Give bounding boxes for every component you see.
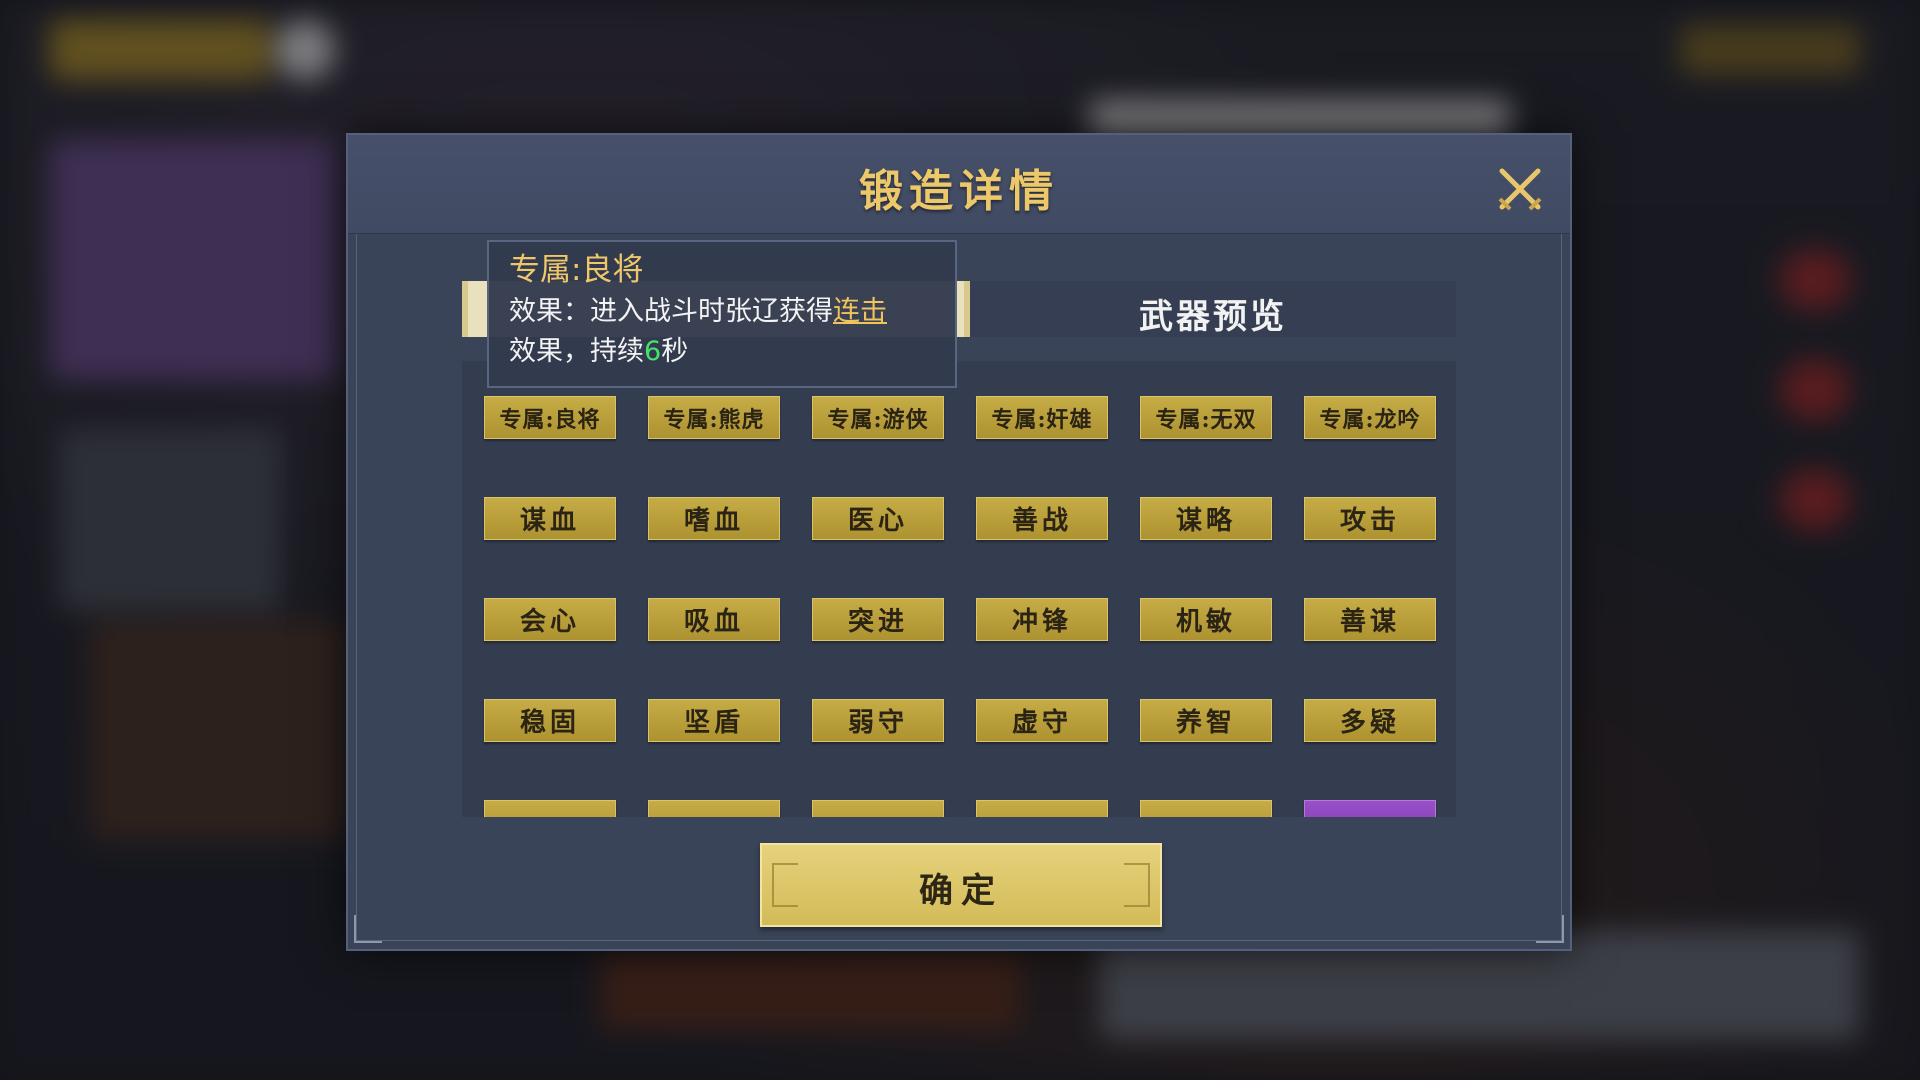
tooltip-keyword-link[interactable]: 连击	[833, 296, 887, 327]
trait-button[interactable]: 弱守	[812, 699, 944, 742]
trait-button[interactable]: 吸血	[648, 598, 780, 641]
dialog-title: 锻造详情	[859, 166, 1059, 217]
trait-button[interactable]: 攻击	[1304, 497, 1436, 540]
tooltip-title: 专属:良将	[509, 252, 644, 288]
trait-button[interactable]: 专属:良将	[484, 396, 616, 439]
crossed-swords-close-icon[interactable]	[1496, 165, 1544, 213]
trait-button-partial-purple[interactable]	[1304, 800, 1436, 817]
trait-button[interactable]: 专属:奸雄	[976, 396, 1108, 439]
tooltip-duration-prefix: 效果，持续	[509, 336, 644, 367]
trait-button[interactable]: 冲锋	[976, 598, 1108, 641]
trait-button-partial[interactable]	[976, 800, 1108, 817]
trait-button[interactable]: 医心	[812, 497, 944, 540]
trait-button[interactable]: 养智	[1140, 699, 1272, 742]
trait-button[interactable]: 稳固	[484, 699, 616, 742]
trait-button[interactable]: 专属:游侠	[812, 396, 944, 439]
tab-weapon-preview[interactable]: 武器预览	[970, 281, 1456, 337]
tooltip-duration-suffix: 秒	[661, 336, 689, 367]
trait-button-partial[interactable]	[1140, 800, 1272, 817]
tooltip-effect-line: 效果：进入战斗时张辽获得连击	[509, 292, 955, 332]
trait-button[interactable]: 专属:无双	[1140, 396, 1272, 439]
trait-button[interactable]: 善战	[976, 497, 1108, 540]
trait-button[interactable]: 专属:熊虎	[648, 396, 780, 439]
trait-button[interactable]: 多疑	[1304, 699, 1436, 742]
trait-button[interactable]: 会心	[484, 598, 616, 641]
trait-button[interactable]: 专属:龙吟	[1304, 396, 1436, 439]
trait-grid-panel[interactable]: 专属:良将 专属:熊虎 专属:游侠 专属:奸雄 专属:无双 专属:龙吟 谋血 嗜…	[462, 361, 1456, 817]
tooltip-duration-number: 6	[644, 336, 662, 367]
confirm-button[interactable]: 确定	[760, 843, 1162, 927]
trait-button[interactable]: 嗜血	[648, 497, 780, 540]
trait-button[interactable]: 突进	[812, 598, 944, 641]
confirm-button-label: 确定	[919, 871, 1003, 911]
trait-button[interactable]: 谋血	[484, 497, 616, 540]
trait-button-partial[interactable]	[484, 800, 616, 817]
trait-button[interactable]: 善谋	[1304, 598, 1436, 641]
trait-button-partial[interactable]	[812, 800, 944, 817]
dialog-header: 锻造详情	[348, 135, 1570, 234]
close-icon	[1498, 168, 1542, 211]
corner-ornament	[1536, 915, 1564, 943]
tab-weapon-preview-label: 武器预览	[1139, 297, 1287, 337]
trait-tooltip: 专属:良将 效果：进入战斗时张辽获得连击 效果，持续6秒	[487, 240, 957, 388]
trait-button[interactable]: 谋略	[1140, 497, 1272, 540]
trait-button[interactable]: 虚守	[976, 699, 1108, 742]
trait-button[interactable]: 坚盾	[648, 699, 780, 742]
tooltip-effect-text: 效果：进入战斗时张辽获得	[509, 296, 833, 327]
tooltip-duration-line: 效果，持续6秒	[509, 332, 955, 372]
trait-grid: 专属:良将 专属:熊虎 专属:游侠 专属:奸雄 专属:无双 专属:龙吟 谋血 嗜…	[484, 396, 1436, 817]
trait-button[interactable]: 机敏	[1140, 598, 1272, 641]
trait-button-partial[interactable]	[648, 800, 780, 817]
corner-ornament	[354, 915, 382, 943]
